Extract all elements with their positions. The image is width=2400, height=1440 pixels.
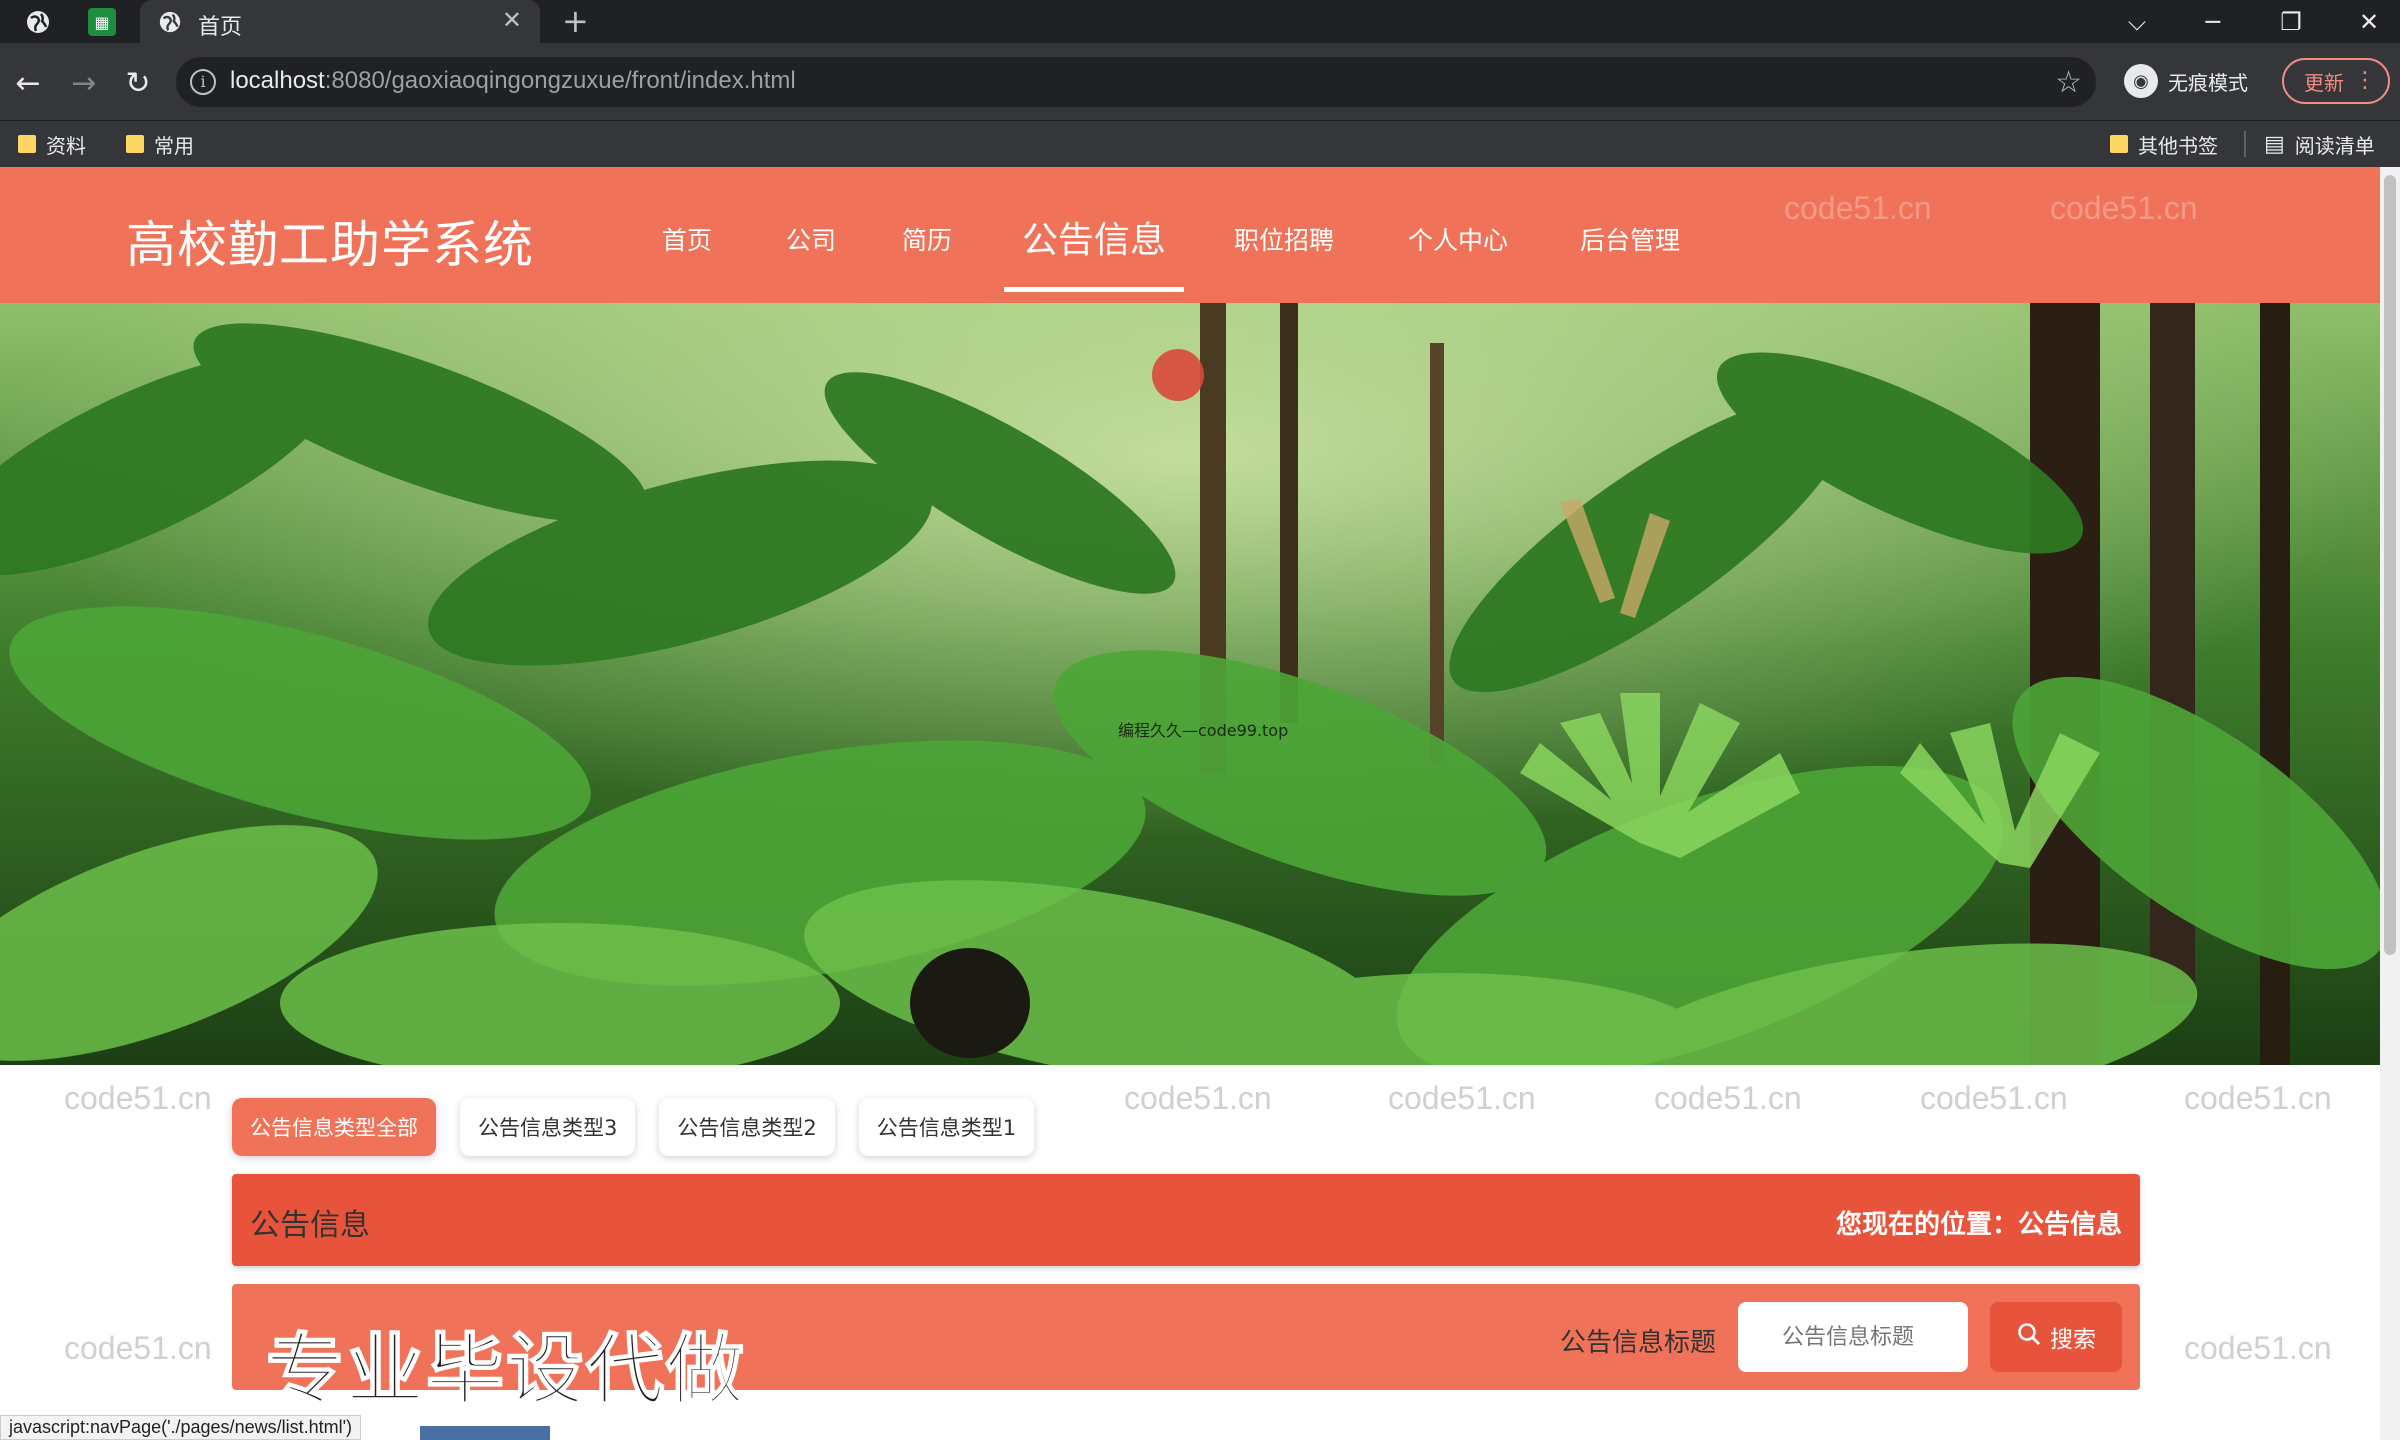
watermark: code51.cn — [1124, 1080, 1272, 1116]
bookmark-label: 常用 — [154, 133, 194, 158]
scrollbar-thumb[interactable] — [2384, 175, 2396, 955]
nav-company[interactable]: 公司 — [786, 221, 836, 257]
other-bookmarks-label: 其他书签 — [2138, 133, 2218, 158]
status-strip — [420, 1426, 550, 1440]
bookmarks-divider — [2244, 131, 2246, 157]
nav-resume[interactable]: 简历 — [902, 221, 952, 257]
watermark: code51.cn — [1388, 1080, 1536, 1116]
chrome-globe-icon[interactable] — [22, 6, 54, 38]
incognito-indicator[interactable]: ◉ 无痕模式 — [2124, 56, 2248, 106]
breadcrumb: 您现在的位置：公告信息 — [1836, 1204, 2122, 1241]
nav-jobs[interactable]: 职位招聘 — [1234, 221, 1334, 257]
breadcrumb-current[interactable]: 公告信息 — [2018, 1210, 2122, 1240]
url-host: localhost — [230, 67, 325, 94]
bookmark-label: 资料 — [46, 133, 86, 158]
category-filters: 公告信息类型全部 公告信息类型3 公告信息类型2 公告信息类型1 — [232, 1098, 1035, 1156]
address-bar[interactable]: i localhost:8080/gaoxiaoqingongzuxue/fro… — [176, 57, 2096, 107]
nav-active-underline — [1004, 287, 1184, 292]
forward-icon[interactable]: → — [66, 65, 102, 101]
reading-list-label: 阅读清单 — [2294, 133, 2375, 158]
close-window-button[interactable]: ✕ — [2334, 0, 2400, 43]
url-path: :8080/gaoxiaoqingongzuxue/front/index.ht… — [324, 67, 796, 94]
sheets-tab-icon[interactable]: ▦ — [88, 8, 116, 36]
reading-list[interactable]: ▤ 阅读清单 — [2264, 129, 2375, 159]
tab-home[interactable]: 首页 ✕ — [140, 0, 540, 43]
folder-icon — [18, 135, 36, 153]
search-button[interactable]: 搜索 — [1990, 1302, 2122, 1372]
search-input[interactable] — [1738, 1302, 1968, 1372]
section-title: 公告信息 — [250, 1208, 370, 1243]
bookmark-star-icon[interactable]: ☆ — [2055, 65, 2082, 100]
breadcrumb-label: 您现在的位置： — [1835, 1210, 2018, 1240]
folder-icon — [2110, 135, 2128, 153]
site-header: 高校勤工助学系统 首页 公司 简历 公告信息 职位招聘 个人中心 后台管理 — [0, 167, 2380, 303]
search-label: 公告信息标题 — [1560, 1328, 1717, 1358]
bookmark-folder-changyong[interactable]: 常用 — [126, 129, 194, 159]
reload-icon[interactable]: ↻ — [120, 65, 156, 101]
watermark: code51.cn — [64, 1330, 212, 1366]
reading-list-icon: ▤ — [2264, 131, 2285, 157]
menu-dots-icon: ⋮ — [2354, 68, 2376, 93]
category-type1-button[interactable]: 公告信息类型1 — [858, 1098, 1035, 1156]
category-type3-button[interactable]: 公告信息类型3 — [460, 1098, 636, 1156]
new-tab-button[interactable]: + — [562, 4, 589, 38]
minimize-button[interactable]: ─ — [2178, 0, 2248, 43]
hero-caption: 编程久久—code99.top — [1118, 721, 1289, 740]
hero-carousel[interactable]: 编程久久—code99.top — [0, 303, 2380, 1065]
tab-search-chevron-icon[interactable]: ⌵ — [2102, 0, 2172, 43]
bookmark-folder-ziliao[interactable]: 资料 — [18, 129, 86, 159]
status-bar-link: javascript:navPage('./pages/news/list.ht… — [0, 1415, 362, 1440]
category-all-button[interactable]: 公告信息类型全部 — [232, 1098, 436, 1156]
search-button-label: 搜索 — [2050, 1327, 2096, 1353]
tab-title: 首页 — [198, 15, 243, 40]
nav-admin[interactable]: 后台管理 — [1580, 221, 1680, 257]
site-info-icon[interactable]: i — [190, 69, 216, 95]
update-label: 更新 — [2304, 70, 2344, 95]
watermark: code51.cn — [2184, 1080, 2332, 1116]
nav-personal-center[interactable]: 个人中心 — [1408, 221, 1508, 257]
incognito-label: 无痕模式 — [2168, 70, 2248, 95]
tab-close-icon[interactable]: ✕ — [502, 6, 522, 34]
incognito-icon: ◉ — [2124, 64, 2158, 98]
update-button[interactable]: 更新 ⋮ — [2282, 58, 2390, 104]
watermark: code51.cn — [1920, 1080, 2068, 1116]
promo-overlay-text: 专业毕设代做 — [265, 1325, 747, 1417]
search-icon — [2016, 1321, 2042, 1353]
folder-icon — [126, 135, 144, 153]
page-scrollbar[interactable] — [2380, 167, 2400, 1440]
site-title[interactable]: 高校勤工助学系统 — [126, 205, 534, 277]
browser-tab-strip: ▦ 首页 ✕ + ⌵ ─ ❐ ✕ — [0, 0, 2400, 43]
watermark: code51.cn — [2184, 1330, 2332, 1366]
other-bookmarks[interactable]: 其他书签 — [2110, 129, 2218, 159]
nav-home[interactable]: 首页 — [662, 221, 712, 257]
back-icon[interactable]: ← — [10, 65, 46, 101]
tab-globe-icon — [156, 8, 184, 36]
browser-toolbar: ← → ↻ i localhost:8080/gaoxiaoqingongzux… — [0, 43, 2400, 120]
watermark: code51.cn — [1654, 1080, 1802, 1116]
jungle-banner-image — [0, 303, 2380, 1065]
nav-notice[interactable]: 公告信息 — [1022, 211, 1166, 263]
section-header: 公告信息 您现在的位置：公告信息 — [232, 1174, 2140, 1266]
bookmarks-bar: 资料 常用 其他书签 ▤ 阅读清单 — [0, 120, 2400, 167]
restore-button[interactable]: ❐ — [2256, 0, 2326, 43]
watermark: code51.cn — [64, 1080, 212, 1116]
category-type2-button[interactable]: 公告信息类型2 — [659, 1098, 835, 1156]
